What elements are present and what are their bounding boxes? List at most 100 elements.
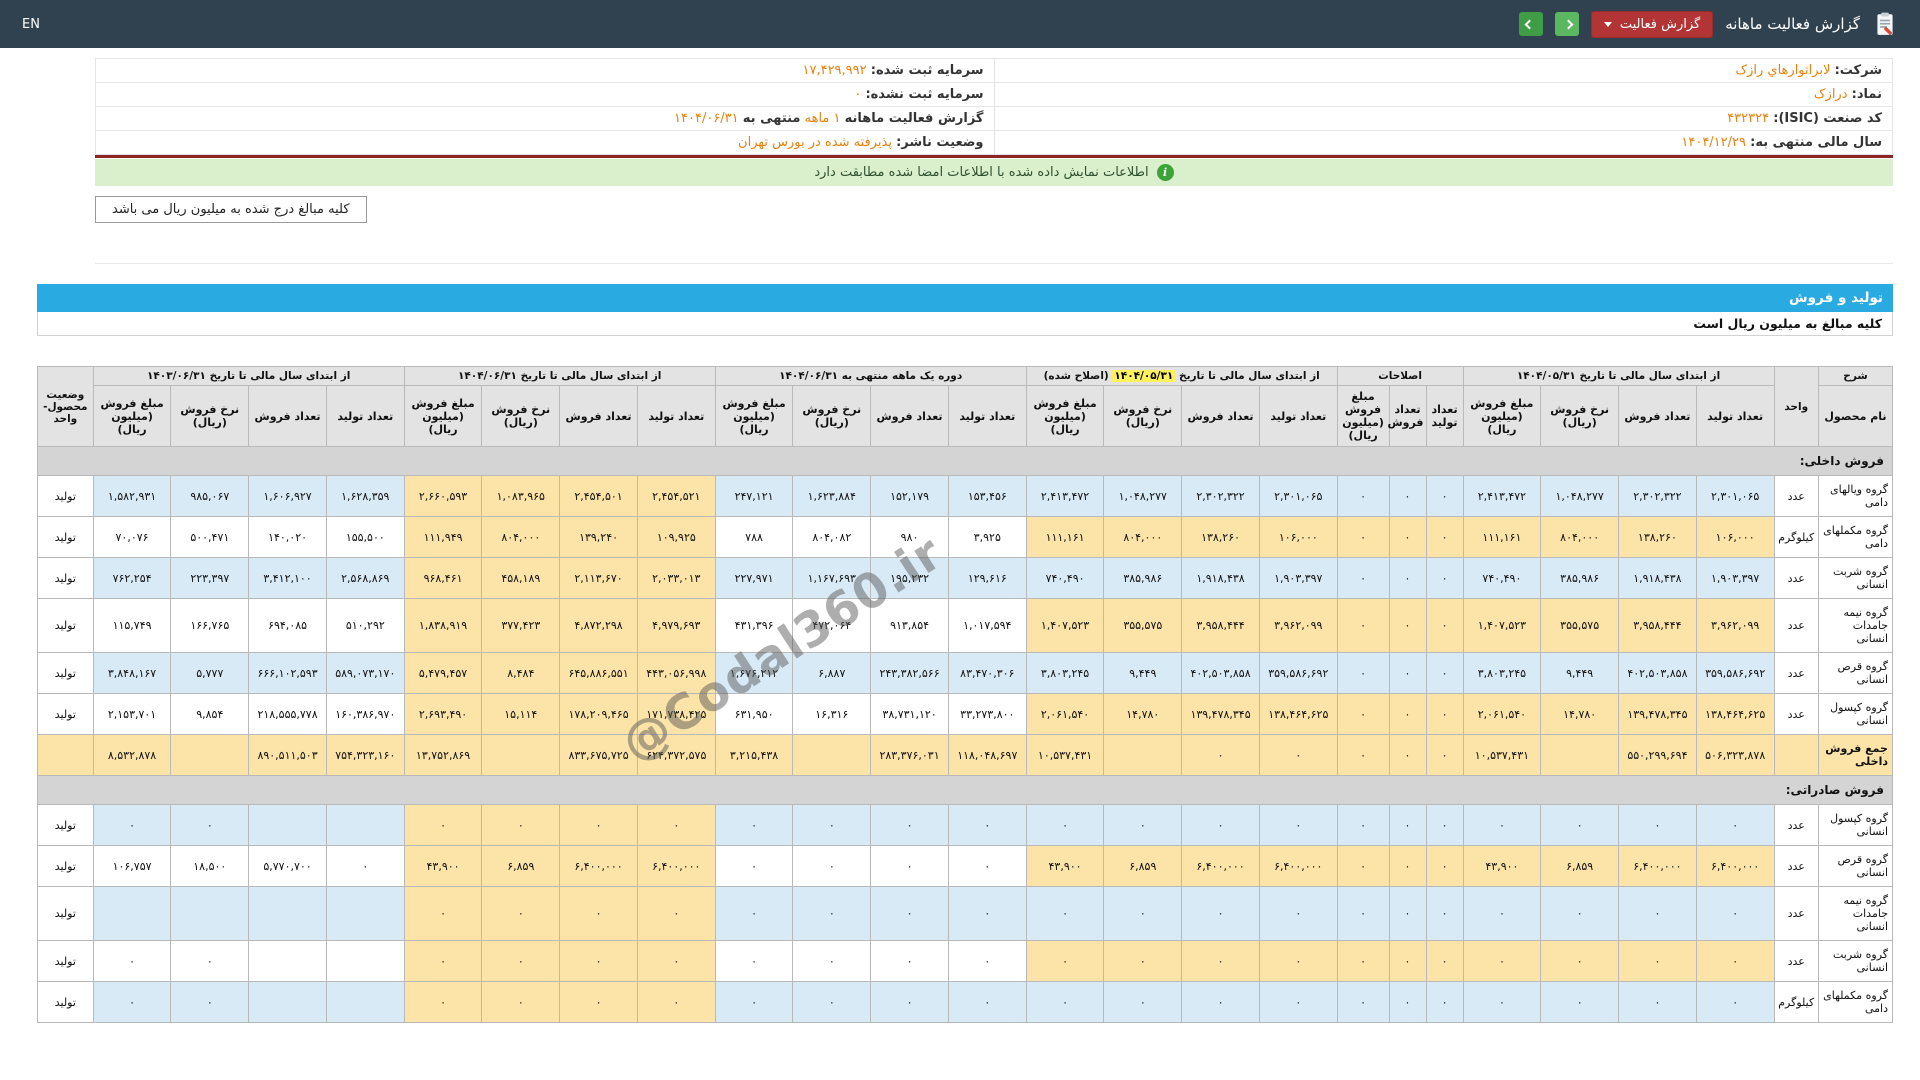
value-number: ۰ bbox=[1217, 907, 1224, 920]
value-number: ۹۸۵,۰۶۷ bbox=[190, 489, 230, 503]
value-number: ۰ bbox=[1295, 954, 1302, 968]
value-number: ۳,۸۴۸,۱۶۷ bbox=[107, 666, 157, 680]
value-cell: ۱۵۵,۵۰۰ bbox=[325, 516, 405, 558]
value-cell: ۲,۳۰۲,۳۲۲ bbox=[1181, 475, 1260, 517]
value-number: ۰ bbox=[751, 954, 757, 968]
value-number: ۰ bbox=[984, 859, 991, 873]
value-cell: ۶,۴۰۰,۰۰۰ bbox=[1618, 845, 1697, 887]
value-number: ۰ bbox=[1062, 954, 1068, 968]
value-cell: ۸۰۴,۰۰۰ bbox=[481, 516, 561, 558]
value-number: ۰ bbox=[1732, 818, 1739, 832]
value-number: ۰ bbox=[1441, 907, 1448, 920]
value-cell: ۵۵۰,۲۹۹,۶۹۴ bbox=[1618, 734, 1697, 776]
section-row: فروش صادراتی: bbox=[37, 775, 1893, 805]
value-cell: ۰ bbox=[481, 981, 561, 1023]
value-cell: ۱۰,۵۳۷,۴۳۱ bbox=[1025, 734, 1105, 776]
prev-report-button[interactable] bbox=[1518, 12, 1543, 36]
value-number: ۰ bbox=[1441, 707, 1448, 721]
value-number: ۰ bbox=[673, 818, 680, 832]
value-cell: ۰ bbox=[1025, 886, 1105, 941]
value-number: ۱,۹۱۸,۴۳۸ bbox=[1633, 571, 1682, 585]
info-value[interactable]: درازک bbox=[1814, 87, 1848, 102]
value-cell bbox=[248, 886, 327, 941]
section-note: کلیه مبالغ به میلیون ریال است bbox=[37, 312, 1893, 336]
value-cell: ۱۳۸,۴۶۴,۶۲۵ bbox=[1258, 693, 1338, 735]
value-number: ۰ bbox=[206, 995, 213, 1009]
info-label: گزارش فعالیت ماهانه bbox=[844, 111, 984, 126]
value-number: ۰ bbox=[595, 954, 602, 968]
value-cell: ۰ bbox=[1181, 981, 1260, 1023]
report-type-button[interactable]: گزارش فعالیت bbox=[1590, 10, 1714, 38]
value-number: ۰ bbox=[440, 954, 446, 968]
value-number: ۷۸۸ bbox=[745, 530, 763, 544]
value-cell: ۰ bbox=[1336, 516, 1390, 558]
signed-info-bar: i اطلاعات نمایش داده شده با اطلاعات امضا… bbox=[95, 159, 1893, 186]
value-number: ۰ bbox=[906, 907, 913, 920]
value-cell: ۰ bbox=[1388, 804, 1427, 846]
value-number: ۱۹۵,۲۳۲ bbox=[890, 571, 930, 585]
value-number: ۳۳,۲۷۳,۸۰۰ bbox=[960, 707, 1015, 721]
product-name-cell: گروه شربت انسانی bbox=[1817, 940, 1894, 982]
value-number: ۰ bbox=[595, 995, 602, 1009]
value-cell: ۲,۰۶۱,۵۴۰ bbox=[1025, 693, 1105, 735]
value-cell: ۰ bbox=[1336, 693, 1390, 735]
value-cell: ۱۱۵,۷۴۹ bbox=[92, 598, 172, 653]
value-cell: ۲,۴۵۴,۵۰۱ bbox=[559, 475, 638, 517]
value-cell: ۸۰۴,۰۰۰ bbox=[1103, 516, 1183, 558]
value-number: ۳,۹۶۲,۰۹۹ bbox=[1274, 619, 1323, 632]
header-sub: مبلغ فروش (میلیون ریال) bbox=[403, 385, 483, 447]
value-cell: ۲,۴۱۳,۴۷۲ bbox=[1462, 475, 1542, 517]
language-switch[interactable]: EN bbox=[22, 17, 40, 32]
value-cell: ۸۰۴,۰۸۲ bbox=[792, 516, 872, 558]
value-number: ۰ bbox=[1295, 748, 1302, 762]
value-cell: ۳,۹۲۵ bbox=[947, 516, 1027, 558]
value-cell: ۰ bbox=[1695, 940, 1775, 982]
value-cell: ۰ bbox=[1540, 804, 1620, 846]
header-sub: تعداد فروش bbox=[559, 385, 638, 447]
product-name-cell: جمع فروش داخلی bbox=[1817, 734, 1894, 776]
value-cell: ۱۰,۵۳۷,۴۳۱ bbox=[1462, 734, 1542, 776]
value-cell: ۱,۴۰۷,۵۲۳ bbox=[1025, 598, 1105, 653]
unit-cell: کیلوگرم bbox=[1773, 516, 1819, 558]
value-cell: ۲,۴۱۳,۴۷۲ bbox=[1025, 475, 1105, 517]
value-cell: ۰ bbox=[1388, 557, 1427, 599]
value-number: ۱۱۱,۹۴۹ bbox=[423, 530, 463, 544]
value-number: ۲,۳۰۱,۰۶۵ bbox=[1274, 489, 1323, 503]
info-value[interactable]: لابراتوارهاي رازک bbox=[1735, 63, 1830, 78]
info-label: وضعیت ناشر: bbox=[896, 135, 984, 150]
product-name-cell: گروه مکملهای دامی bbox=[1817, 516, 1894, 558]
value-cell: ۰ bbox=[1336, 886, 1390, 941]
value-number: ۴۴۳,۰۵۶,۹۹۸ bbox=[646, 666, 707, 680]
value-cell: ۱۵۲,۱۷۹ bbox=[870, 475, 949, 517]
value-cell: ۳,۹۵۸,۴۴۴ bbox=[1618, 598, 1697, 653]
value-number: ۹,۴۴۹ bbox=[1566, 666, 1594, 680]
unit-cell: عدد bbox=[1773, 693, 1819, 735]
value-number: ۳,۹۵۸,۴۴۴ bbox=[1196, 619, 1245, 632]
value-cell: ۰ bbox=[1618, 981, 1697, 1023]
header-sub: تعداد تولید bbox=[1425, 385, 1464, 447]
value-number: ۹,۸۵۴ bbox=[196, 707, 224, 721]
report-clipboard-icon[interactable] bbox=[1872, 11, 1898, 37]
value-cell: ۶,۴۰۰,۰۰۰ bbox=[1695, 845, 1775, 887]
chevron-down-icon bbox=[1603, 21, 1612, 27]
value-cell: ۱۰۶,۰۰۰ bbox=[1258, 516, 1338, 558]
value-cell bbox=[248, 940, 327, 982]
value-number: ۱,۶۲۸,۳۵۹ bbox=[341, 489, 390, 503]
value-cell: ۳,۹۵۸,۴۴۴ bbox=[1181, 598, 1260, 653]
value-cell: ۰ bbox=[1462, 804, 1542, 846]
value-cell: ۱,۸۳۸,۹۱۹ bbox=[403, 598, 483, 653]
header-sub: تعداد تولید bbox=[325, 385, 405, 447]
value-number: ۱,۰۱۷,۵۹۴ bbox=[963, 619, 1012, 632]
value-cell: ۸۹۰,۵۱۱,۵۰۳ bbox=[248, 734, 327, 776]
value-number: ۸۰۴,۰۰۰ bbox=[501, 530, 541, 544]
value-cell: ۳۸۵,۹۸۶ bbox=[1103, 557, 1183, 599]
value-number: ۱,۶۰۶,۹۲۷ bbox=[263, 489, 312, 503]
next-report-button[interactable] bbox=[1554, 12, 1579, 36]
value-number: ۱۳۸,۲۶۰ bbox=[1201, 530, 1241, 544]
value-cell: ۸۳۳,۶۷۵,۷۲۵ bbox=[559, 734, 638, 776]
value-cell: ۱,۹۰۳,۳۹۷ bbox=[1695, 557, 1775, 599]
value-cell: ۰ bbox=[1425, 598, 1464, 653]
header-sub: مبلغ فروش (میلیون ریال) bbox=[1025, 385, 1105, 447]
value-number: ۰ bbox=[984, 954, 991, 968]
value-cell: ۰ bbox=[792, 886, 872, 941]
